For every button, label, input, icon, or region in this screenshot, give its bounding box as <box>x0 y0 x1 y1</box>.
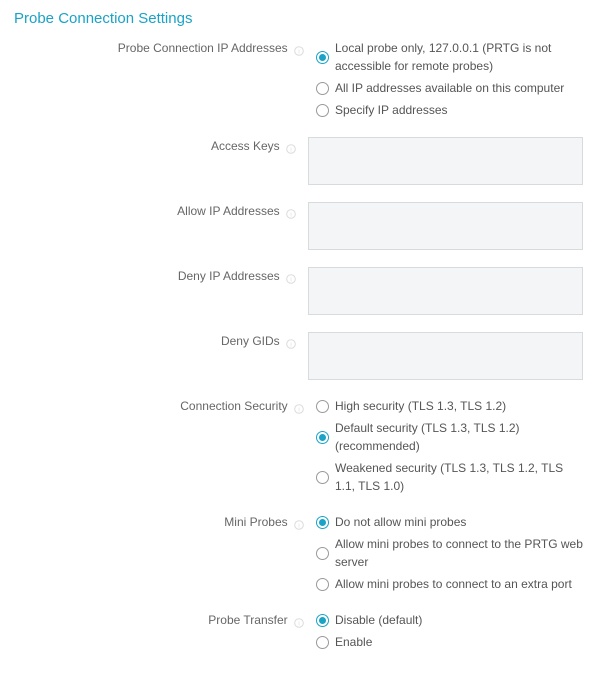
svg-text:i: i <box>298 407 299 413</box>
field-deny-gids: Deny GIDs i <box>14 332 583 383</box>
svg-text:i: i <box>298 49 299 55</box>
svg-text:i: i <box>290 342 291 348</box>
radio-security-weak[interactable]: Weakened security (TLS 1.3, TLS 1.2, TLS… <box>316 459 583 495</box>
help-icon[interactable]: i <box>286 142 296 152</box>
field-probe-transfer: Probe Transfer i Disable (default) Enabl… <box>14 611 583 655</box>
label-deny-ip: Deny IP Addresses i <box>14 267 306 285</box>
label-deny-gids: Deny GIDs i <box>14 332 306 350</box>
section-title: Probe Connection Settings <box>14 10 583 27</box>
deny-ip-input[interactable] <box>308 267 583 315</box>
svg-text:i: i <box>298 523 299 529</box>
help-icon[interactable]: i <box>286 272 296 282</box>
field-deny-ip: Deny IP Addresses i <box>14 267 583 318</box>
radio-mini-disallow[interactable]: Do not allow mini probes <box>316 513 583 531</box>
radio-security-high[interactable]: High security (TLS 1.3, TLS 1.2) <box>316 397 583 415</box>
radio-transfer-enable[interactable]: Enable <box>316 633 583 651</box>
deny-gids-input[interactable] <box>308 332 583 380</box>
radio-probe-ip-specify[interactable]: Specify IP addresses <box>316 101 583 119</box>
radio-group-probe-transfer: Disable (default) Enable <box>314 611 583 655</box>
radio-icon <box>316 104 329 117</box>
access-keys-input[interactable] <box>308 137 583 185</box>
radio-probe-ip-all[interactable]: All IP addresses available on this compu… <box>316 79 583 97</box>
label-mini-probes: Mini Probes i <box>14 513 314 531</box>
help-icon[interactable]: i <box>294 518 304 528</box>
field-probe-ip: Probe Connection IP Addresses i Local pr… <box>14 39 583 123</box>
field-allow-ip: Allow IP Addresses i <box>14 202 583 253</box>
label-allow-ip: Allow IP Addresses i <box>14 202 306 220</box>
radio-transfer-disable[interactable]: Disable (default) <box>316 611 583 629</box>
radio-group-mini-probes: Do not allow mini probes Allow mini prob… <box>314 513 583 597</box>
label-access-keys: Access Keys i <box>14 137 306 155</box>
label-probe-transfer: Probe Transfer i <box>14 611 314 629</box>
help-icon[interactable]: i <box>286 207 296 217</box>
help-icon[interactable]: i <box>294 44 304 54</box>
field-access-keys: Access Keys i <box>14 137 583 188</box>
radio-mini-webserver[interactable]: Allow mini probes to connect to the PRTG… <box>316 535 583 571</box>
radio-icon <box>316 431 329 444</box>
radio-icon <box>316 82 329 95</box>
radio-icon <box>316 614 329 627</box>
radio-security-default[interactable]: Default security (TLS 1.3, TLS 1.2) (rec… <box>316 419 583 455</box>
allow-ip-input[interactable] <box>308 202 583 250</box>
svg-text:i: i <box>290 147 291 153</box>
svg-text:i: i <box>290 212 291 218</box>
help-icon[interactable]: i <box>294 402 304 412</box>
svg-text:i: i <box>298 621 299 627</box>
radio-icon <box>316 578 329 591</box>
radio-icon <box>316 471 329 484</box>
radio-icon <box>316 547 329 560</box>
radio-icon <box>316 51 329 64</box>
radio-mini-extra[interactable]: Allow mini probes to connect to an extra… <box>316 575 583 593</box>
radio-icon <box>316 516 329 529</box>
field-conn-security: Connection Security i High security (TLS… <box>14 397 583 499</box>
help-icon[interactable]: i <box>286 337 296 347</box>
radio-group-probe-ip: Local probe only, 127.0.0.1 (PRTG is not… <box>314 39 583 123</box>
label-probe-ip: Probe Connection IP Addresses i <box>14 39 314 57</box>
help-icon[interactable]: i <box>294 616 304 626</box>
field-mini-probes: Mini Probes i Do not allow mini probes A… <box>14 513 583 597</box>
svg-text:i: i <box>290 277 291 283</box>
radio-icon <box>316 400 329 413</box>
label-conn-security: Connection Security i <box>14 397 314 415</box>
radio-probe-ip-local[interactable]: Local probe only, 127.0.0.1 (PRTG is not… <box>316 39 583 75</box>
radio-group-conn-security: High security (TLS 1.3, TLS 1.2) Default… <box>314 397 583 499</box>
radio-icon <box>316 636 329 649</box>
